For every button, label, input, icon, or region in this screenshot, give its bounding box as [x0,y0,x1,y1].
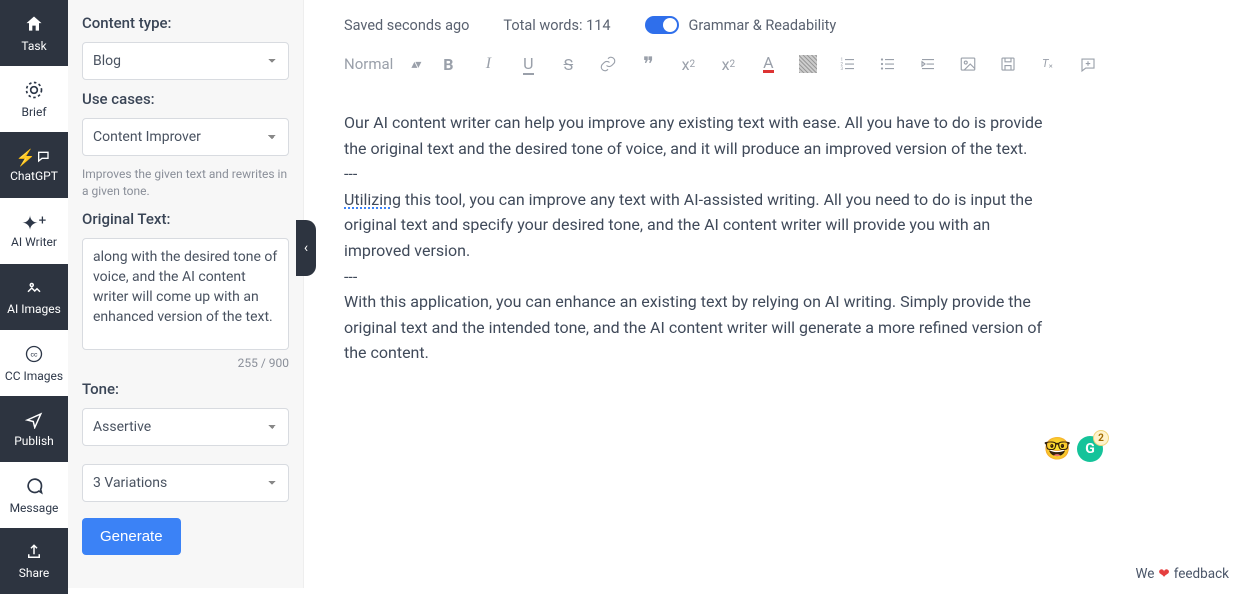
paragraph: Our AI content writer can help you impro… [344,110,1044,161]
config-panel: Content type: Blog Use cases: Content Im… [68,0,304,588]
text-color-button[interactable]: A [757,53,779,75]
sidebar-item-ai-writer[interactable]: ✦⁺ AI Writer [0,198,68,264]
hatch-icon [799,55,817,73]
svg-text:3: 3 [841,66,844,72]
saved-status: Saved seconds ago [344,17,469,34]
bolt-chat-icon: ⚡ [16,148,53,167]
sidebar-item-publish[interactable]: Publish [0,396,68,462]
home-icon [24,14,44,37]
grammar-toggle-group: Grammar & Readability [645,16,837,34]
subscript-button[interactable]: x2 [677,53,699,75]
sidebar-item-message[interactable]: Message [0,462,68,528]
sidebar-item-label: Brief [22,105,47,119]
sidebar-item-label: AI Images [7,302,61,316]
cc-icon: cc [24,344,44,367]
use-cases-label: Use cases: [82,90,289,108]
grammarly-g-label: G [1085,441,1095,457]
use-cases-description: Improves the given text and rewrites in … [82,166,289,200]
grammar-squiggle[interactable]: Utilizing [344,190,401,209]
italic-button[interactable]: I [477,53,499,75]
sidebar-item-cc-images[interactable]: cc CC Images [0,330,68,396]
send-icon [25,411,43,432]
unordered-list-button[interactable] [877,53,899,75]
sidebar-item-task[interactable]: Task [0,0,68,66]
link-button[interactable] [597,53,619,75]
superscript-button[interactable]: x2 [717,53,739,75]
target-icon [24,80,44,103]
feedback-we: We [1135,566,1154,582]
word-count: Total words: 114 [503,17,610,34]
grammarly-badge[interactable]: G 2 [1077,436,1103,462]
editor-area: Saved seconds ago Total words: 114 Gramm… [304,0,1243,588]
quote-button[interactable]: ❞ [637,53,659,75]
editor-topbar: Saved seconds ago Total words: 114 Gramm… [304,0,1243,44]
underline-button[interactable]: U [517,53,539,75]
variations-select[interactable]: 3 Variations [82,464,289,502]
chat-icon [24,476,44,499]
sidebar-item-label: Message [10,501,59,515]
svg-text:×: × [1049,62,1053,71]
icon-sidebar: Task Brief ⚡ ChatGPT ✦⁺ AI Writer AI Ima… [0,0,68,588]
collapse-panel-handle[interactable]: ‹ [296,220,316,276]
grammarly-count: 2 [1093,430,1109,446]
bold-button[interactable]: B [437,53,459,75]
heart-icon: ❤ [1158,566,1169,582]
highlight-button[interactable] [797,53,819,75]
sidebar-item-label: Share [19,566,50,580]
content-type-label: Content type: [82,14,289,32]
grammar-toggle-label: Grammar & Readability [689,17,837,34]
sidebar-item-label: Publish [14,434,54,448]
feedback-text: feedback [1174,566,1229,582]
generate-button[interactable]: Generate [82,518,181,555]
add-comment-button[interactable] [1077,54,1099,76]
floating-badges: 🤓 G 2 [1044,436,1103,462]
svg-text:cc: cc [31,350,38,358]
sidebar-item-brief[interactable]: Brief [0,66,68,132]
tone-label: Tone: [82,380,289,398]
sidebar-item-label: ChatGPT [10,169,58,183]
grammar-toggle[interactable] [645,16,679,34]
chevron-left-icon: ‹ [304,240,308,256]
richtext-toolbar: Normal ▴▾ B I U S ❞ x2 x2 A 123 T× [304,44,1243,86]
clear-format-button[interactable]: T× [1037,53,1059,75]
separator: --- [344,264,1044,290]
sidebar-item-chatgpt[interactable]: ⚡ ChatGPT [0,132,68,198]
sidebar-item-label: Task [21,39,46,53]
separator: --- [344,161,1044,187]
strikethrough-button[interactable]: S [557,53,579,75]
emoji-badge[interactable]: 🤓 [1044,437,1071,462]
use-cases-select[interactable]: Content Improver [82,118,289,156]
heading-style-select[interactable]: Normal ▴▾ [344,55,419,73]
heading-style-label: Normal [344,55,393,73]
image-icon [25,279,43,300]
paragraph: With this application, you can enhance a… [344,289,1044,366]
indent-button[interactable] [917,53,939,75]
save-button[interactable] [997,53,1019,75]
feedback-link[interactable]: We ❤ feedback [1135,566,1229,582]
share-icon [25,543,43,564]
content-type-select[interactable]: Blog [82,42,289,80]
sidebar-item-label: AI Writer [11,235,57,249]
chevron-updown-icon: ▴▾ [411,57,419,71]
image-button[interactable] [957,53,979,75]
editor-body[interactable]: Our AI content writer can help you impro… [304,86,1084,366]
tone-select[interactable]: Assertive [82,408,289,446]
original-text-input[interactable] [82,238,289,350]
char-count: 255 / 900 [82,356,289,370]
sidebar-item-ai-images[interactable]: AI Images [0,264,68,330]
wand-icon: ✦⁺ [22,213,47,233]
ordered-list-button[interactable]: 123 [837,53,859,75]
original-text-label: Original Text: [82,210,289,228]
paragraph: Utilizing this tool, you can improve any… [344,187,1044,264]
sidebar-item-label: CC Images [5,369,63,383]
sidebar-item-share[interactable]: Share [0,528,68,594]
